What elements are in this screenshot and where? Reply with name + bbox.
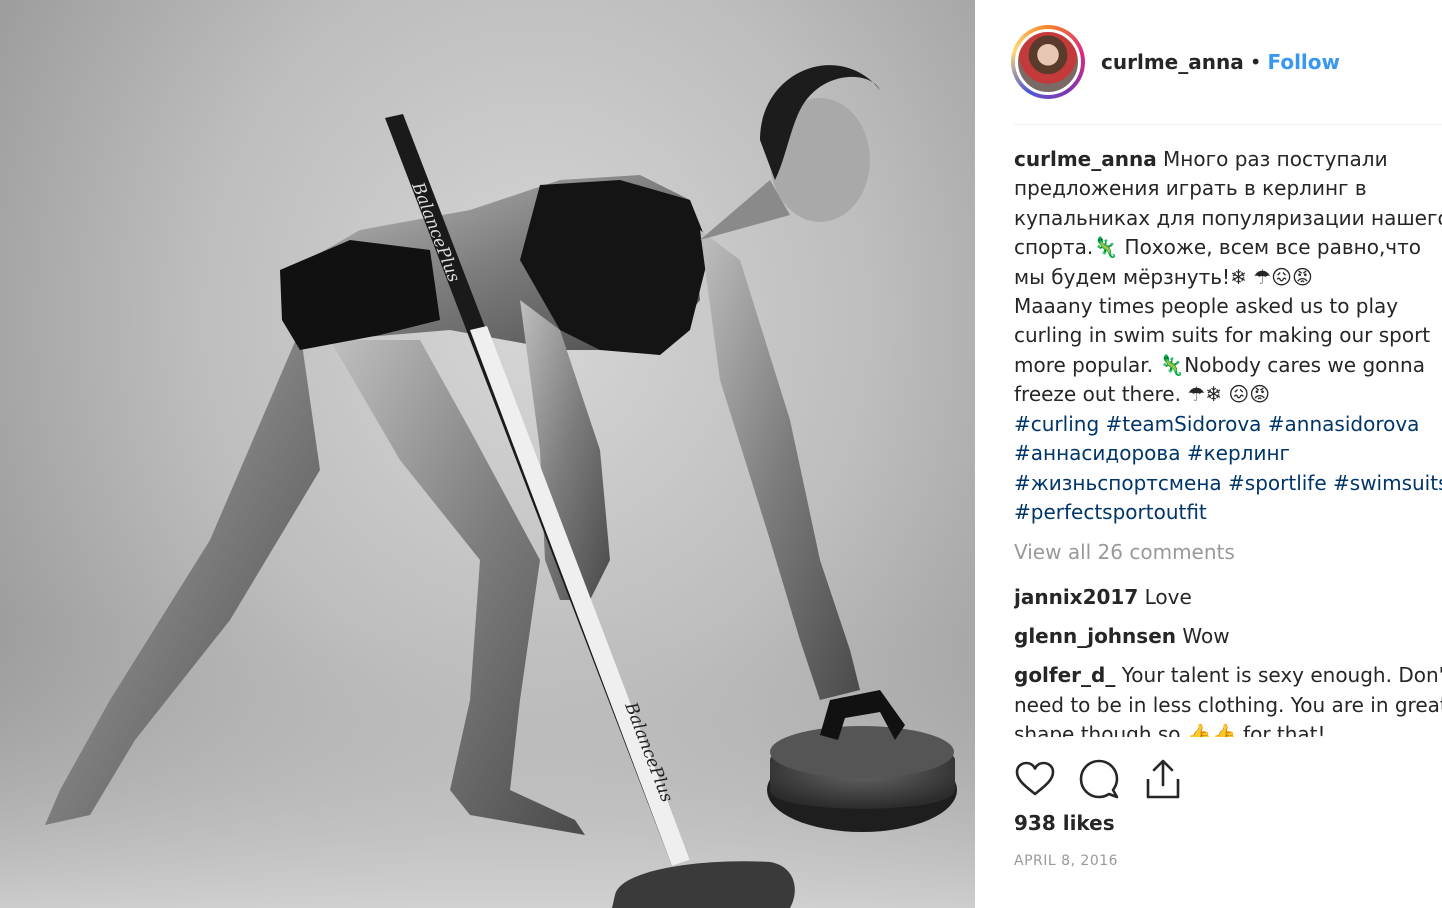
- comment-item: jannix2017 Love: [1014, 583, 1442, 612]
- hashtag-link[interactable]: #жизньспортсмена: [1014, 471, 1222, 495]
- post-photo[interactable]: BalancePlus BalancePlus: [0, 0, 975, 908]
- hashtag-link[interactable]: #аннасидорова: [1014, 441, 1180, 465]
- header-username[interactable]: curlme_anna: [1101, 50, 1244, 74]
- comment-list: jannix2017 Love glenn_johnsen Wow golfer…: [1014, 583, 1442, 737]
- header-separator: •: [1249, 50, 1262, 74]
- caption-username[interactable]: curlme_anna: [1014, 147, 1157, 171]
- hashtag-link[interactable]: #annasidorova: [1268, 412, 1420, 436]
- hashtag-link[interactable]: #teamSidorova: [1106, 412, 1262, 436]
- hashtag-link[interactable]: #керлинг: [1187, 441, 1290, 465]
- like-count[interactable]: 938 likes: [1014, 811, 1115, 835]
- comment-username[interactable]: glenn_johnsen: [1014, 624, 1176, 648]
- comment-button[interactable]: [1078, 758, 1120, 800]
- comment-username[interactable]: golfer_d_: [1014, 663, 1115, 687]
- avatar[interactable]: [1015, 29, 1081, 95]
- avatar-story-ring[interactable]: [1011, 25, 1085, 99]
- hashtag-link[interactable]: #perfectsportoutfit: [1014, 500, 1207, 524]
- curler-photo-illustration: BalancePlus BalancePlus: [0, 65, 975, 908]
- comment-text: Wow: [1182, 624, 1230, 649]
- like-button[interactable]: [1014, 758, 1056, 800]
- caption-text: Много раз поступали предложения играть в…: [1014, 147, 1442, 407]
- header-divider: [1014, 124, 1442, 125]
- comment-username[interactable]: jannix2017: [1014, 585, 1138, 609]
- comment-item: golfer_d_ Your talent is sexy enough. Do…: [1014, 661, 1442, 737]
- heart-icon: [1015, 761, 1055, 796]
- hashtag-link[interactable]: #curling: [1014, 412, 1099, 436]
- share-icon: [1146, 759, 1180, 799]
- follow-button[interactable]: Follow: [1267, 50, 1340, 74]
- post-date[interactable]: APRIL 8, 2016: [1014, 853, 1118, 869]
- share-button[interactable]: [1142, 758, 1184, 800]
- comment-item: glenn_johnsen Wow: [1014, 622, 1442, 651]
- post-actions: [1014, 758, 1206, 800]
- comment-bubble-icon: [1079, 759, 1119, 799]
- post-header: curlme_anna • Follow: [1011, 22, 1340, 102]
- hashtag-list: #curling #teamSidorova #annasidorova #ан…: [1014, 410, 1442, 528]
- view-all-comments-link[interactable]: View all 26 comments: [1014, 540, 1235, 564]
- hashtag-link[interactable]: #sportlife: [1228, 471, 1327, 495]
- post-caption: curlme_anna Много раз поступали предложе…: [1014, 145, 1442, 410]
- hashtag-link[interactable]: #swimsuits: [1333, 471, 1442, 495]
- post-side-panel: curlme_anna • Follow curlme_anna Много р…: [975, 0, 1442, 908]
- comment-text: Love: [1144, 585, 1192, 609]
